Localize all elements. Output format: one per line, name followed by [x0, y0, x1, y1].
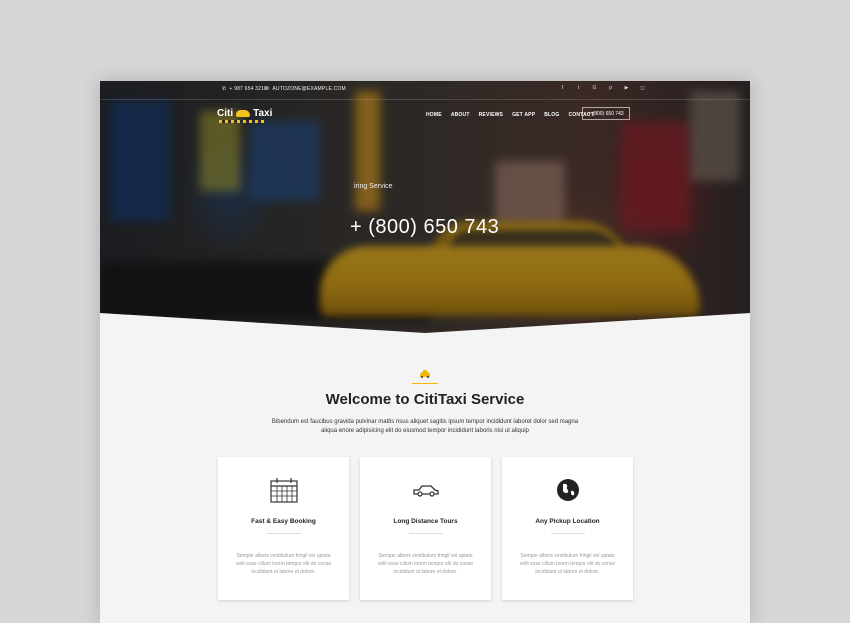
welcome-title: Welcome to CitiTaxi Service — [325, 391, 525, 408]
youtube-icon[interactable]: ▶ — [624, 85, 629, 91]
nav-about[interactable]: ABOUT — [451, 112, 470, 118]
globe-icon — [556, 479, 579, 501]
hero-bottom-wedge — [100, 313, 750, 333]
phone-icon: ✆ — [222, 86, 227, 92]
card-title: Long Distance Tours — [393, 518, 458, 525]
google-plus-icon[interactable]: G — [592, 85, 597, 91]
logo[interactable]: Citi Taxi — [217, 108, 272, 119]
feature-card-pickup[interactable]: Any Pickup Location Semper albers vestib… — [502, 457, 633, 600]
card-title: Fast & Easy Booking — [251, 518, 316, 525]
section-divider — [412, 383, 438, 384]
instagram-icon[interactable]: ◻ — [640, 85, 645, 91]
top-bar: ✆ + 987 654 3210 ✉ AUTOZONE@EXAMPLE.COM … — [100, 81, 750, 100]
welcome-text: Bibendum est faucibus gravida pulvinar m… — [271, 419, 579, 434]
card-text: Semper albers vestibulum fringil vel upt… — [519, 553, 616, 575]
topbar-phone[interactable]: ✆ + 987 654 3210 — [222, 86, 267, 92]
card-divider — [408, 533, 443, 534]
nav-home[interactable]: HOME — [426, 112, 442, 118]
social-links: f t G p ▶ ◻ — [560, 85, 645, 91]
taxi-logo-icon — [236, 110, 251, 117]
topbar-email-text: AUTOZONE@EXAMPLE.COM — [272, 86, 346, 92]
taxi-section-icon — [420, 370, 430, 378]
car-icon — [412, 485, 439, 497]
website-preview: ✆ + 987 654 3210 ✉ AUTOZONE@EXAMPLE.COM … — [100, 81, 750, 623]
twitter-icon[interactable]: t — [576, 85, 581, 91]
logo-text-taxi: Taxi — [253, 108, 273, 119]
feature-card-booking[interactable]: Fast & Easy Booking Semper albers vestib… — [218, 457, 349, 600]
feature-card-tours[interactable]: Long Distance Tours Semper albers vestib… — [360, 457, 491, 600]
card-divider — [266, 533, 301, 534]
nav-blog[interactable]: BLOG — [544, 112, 559, 118]
card-divider — [550, 533, 585, 534]
hero-banner: ✆ + 987 654 3210 ✉ AUTOZONE@EXAMPLE.COM … — [100, 81, 750, 333]
nav-reviews[interactable]: REVIEWS — [479, 112, 503, 118]
topbar-phone-text: + 987 654 3210 — [229, 86, 268, 92]
card-text: Semper albers vestibulum fringil vel upt… — [377, 553, 474, 575]
logo-checker-stripe — [219, 120, 266, 123]
hero-subtitle: iring Service — [354, 183, 393, 190]
topbar-email[interactable]: ✉ AUTOZONE@EXAMPLE.COM — [265, 86, 346, 92]
main-nav: HOME ABOUT REVIEWS GET APP BLOG CONTACT — [426, 112, 594, 118]
facebook-icon[interactable]: f — [560, 85, 565, 91]
pinterest-icon[interactable]: p — [608, 85, 613, 91]
hero-phone-number[interactable]: + (800) 650 743 — [350, 216, 499, 239]
nav-get-app[interactable]: GET APP — [512, 112, 535, 118]
phone-button[interactable]: + (800) 650 743 — [582, 107, 630, 120]
card-title: Any Pickup Location — [535, 518, 600, 525]
logo-text-citi: Citi — [217, 108, 234, 119]
card-text: Semper albers vestibulum fringil vel upt… — [235, 553, 332, 575]
calendar-icon — [269, 478, 298, 503]
mail-icon: ✉ — [265, 86, 270, 92]
